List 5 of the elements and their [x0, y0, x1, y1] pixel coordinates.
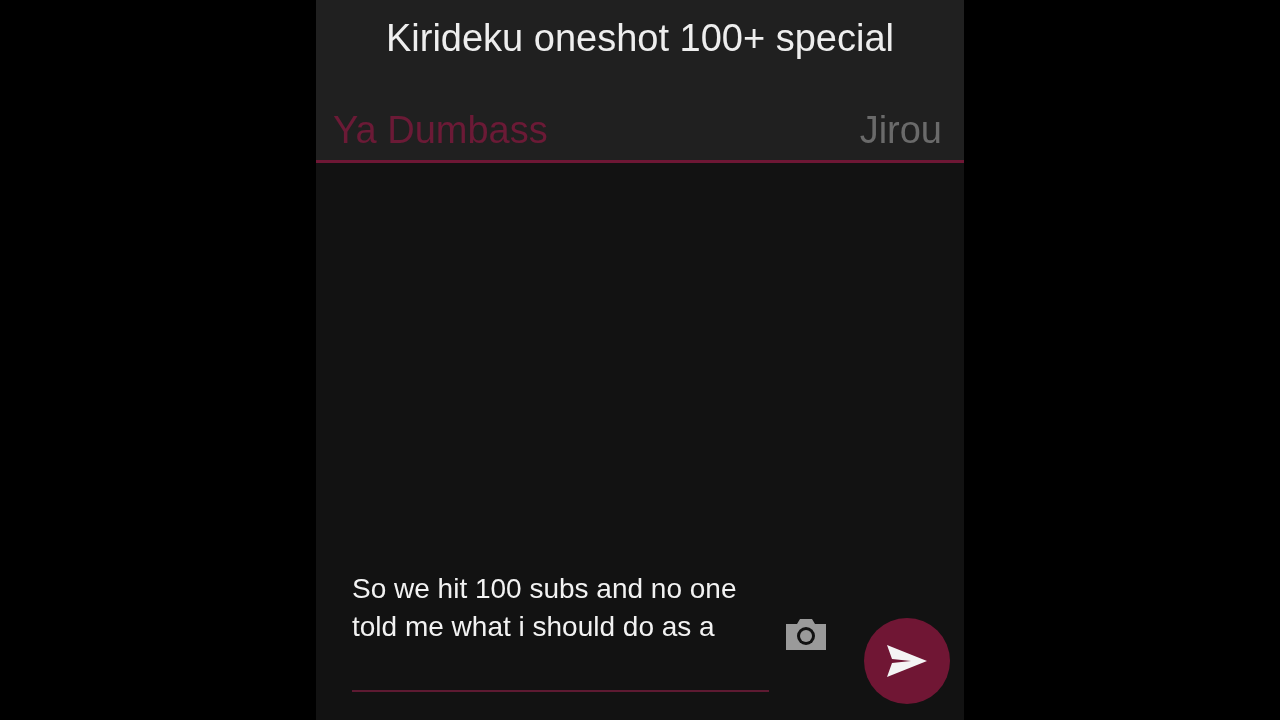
- story-title: Kirideku oneshot 100+ special: [384, 16, 896, 60]
- message-field[interactable]: So we hit 100 subs and no one told me what i should do as a: [352, 570, 769, 692]
- character-name[interactable]: Jirou: [859, 108, 942, 152]
- camera-icon[interactable]: [785, 618, 827, 651]
- send-icon: [887, 645, 927, 677]
